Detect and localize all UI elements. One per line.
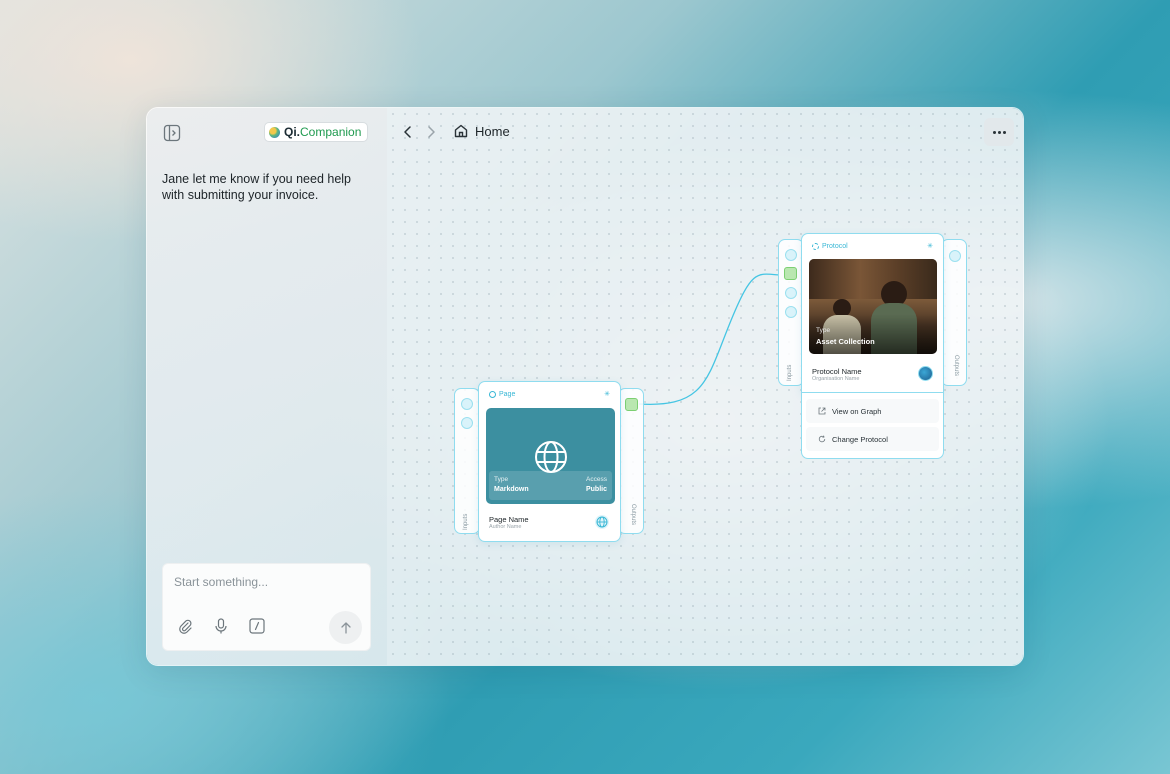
forward-arrow-icon[interactable] xyxy=(424,124,438,140)
access-value: Public xyxy=(585,486,607,493)
page-outputs-panel: Outputs xyxy=(618,388,644,534)
protocol-node-card[interactable]: Protocol ✳ Type Asset Collection Protoco… xyxy=(801,233,944,393)
ellipsis-icon xyxy=(992,130,996,134)
view-on-graph-button[interactable]: View on Graph xyxy=(806,399,939,423)
globe-logo-icon xyxy=(269,126,280,138)
globe-icon[interactable] xyxy=(595,515,609,529)
input-port[interactable] xyxy=(461,417,473,429)
app-window: Qi. Companion Jane let me know if you nee… xyxy=(146,107,1024,666)
author-name: Author Name xyxy=(489,524,522,530)
protocol-name: Protocol Name xyxy=(812,367,862,376)
menu-item-label: Change Protocol xyxy=(832,434,888,444)
more-options-button[interactable] xyxy=(984,118,1014,146)
assistant-message: Jane let me know if you need help with s… xyxy=(162,172,352,202)
companion-sidebar: Qi. Companion Jane let me know if you nee… xyxy=(147,108,387,665)
page-meta: Type Markdown Access Public xyxy=(489,471,612,500)
protocol-photo: Type Asset Collection xyxy=(809,259,937,354)
protocol-icon xyxy=(812,243,819,250)
output-port[interactable] xyxy=(625,398,638,411)
page-node-title: Page xyxy=(499,391,516,398)
protocol-node-title: Protocol xyxy=(822,243,848,250)
input-port[interactable] xyxy=(461,398,473,410)
change-protocol-button[interactable]: Change Protocol xyxy=(806,427,939,451)
outputs-label: Outputs xyxy=(630,504,636,526)
inputs-label: Inputs xyxy=(463,513,469,530)
menu-item-label: View on Graph xyxy=(832,406,882,416)
breadcrumb-home[interactable]: Home xyxy=(475,124,510,139)
page-node-card[interactable]: Page ✳ Type Markdown Access Public Page … xyxy=(478,381,621,542)
sidebar-toggle-icon[interactable] xyxy=(163,124,181,142)
page-name: Page Name xyxy=(489,515,529,524)
input-port-active[interactable] xyxy=(784,267,797,280)
paperclip-icon[interactable] xyxy=(176,617,194,635)
page-globe-icon xyxy=(489,391,496,398)
page-preview: Type Markdown Access Public xyxy=(486,408,615,504)
send-button[interactable] xyxy=(329,611,362,644)
access-label: Access xyxy=(586,476,607,483)
back-arrow-icon[interactable] xyxy=(401,124,415,140)
arrow-up-icon xyxy=(340,621,351,634)
page-node-header: Page xyxy=(489,391,515,398)
outputs-label: Outputs xyxy=(953,355,959,377)
home-icon xyxy=(454,124,468,138)
organisation-avatar[interactable] xyxy=(918,366,933,381)
globe-icon xyxy=(535,441,567,473)
sparkle-icon[interactable]: ✳ xyxy=(927,242,933,250)
brand-prefix: Qi. xyxy=(284,125,301,139)
page-inputs-panel: Inputs xyxy=(454,388,480,534)
slash-command-icon[interactable] xyxy=(248,617,266,635)
microphone-icon[interactable] xyxy=(212,617,230,635)
sparkle-icon[interactable]: ✳ xyxy=(604,390,610,398)
type-value: Markdown xyxy=(494,486,529,493)
graph-canvas[interactable]: Home Inputs Outputs Page ✳ Type Markdown… xyxy=(387,108,1023,665)
organisation-name: Organisation Name xyxy=(812,376,860,382)
chat-composer[interactable]: Start something... xyxy=(162,563,371,651)
brand-badge[interactable]: Qi. Companion xyxy=(264,122,369,142)
inputs-label: Inputs xyxy=(787,364,793,381)
protocol-outputs-panel: Outputs xyxy=(941,239,967,386)
refresh-icon xyxy=(818,435,826,443)
composer-placeholder[interactable]: Start something... xyxy=(174,575,268,589)
input-port[interactable] xyxy=(785,287,797,299)
external-link-icon xyxy=(818,407,826,415)
type-label: Type xyxy=(816,327,831,334)
brand-name: Companion xyxy=(300,125,362,139)
output-port[interactable] xyxy=(949,250,961,262)
input-port[interactable] xyxy=(785,306,797,318)
protocol-menu: View on Graph Change Protocol xyxy=(801,393,944,459)
protocol-node-header: Protocol xyxy=(812,243,848,250)
type-value: Asset Collection xyxy=(816,337,875,346)
breadcrumb[interactable]: Home xyxy=(453,123,510,139)
type-label: Type xyxy=(494,476,509,483)
input-port[interactable] xyxy=(785,249,797,261)
